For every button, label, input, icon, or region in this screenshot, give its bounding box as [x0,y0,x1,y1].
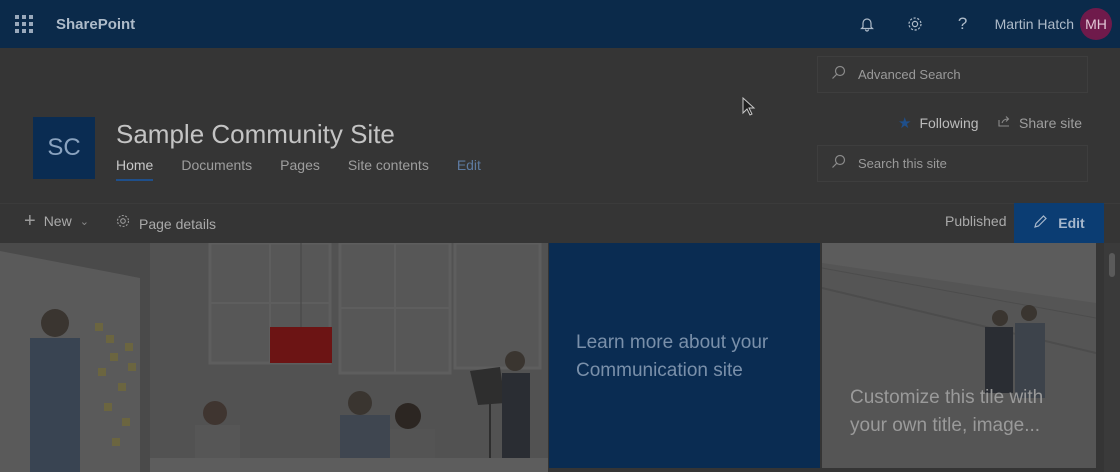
suite-bar: SharePoint ? Martin Hatch MH [0,0,1120,48]
following-label: Following [919,115,979,131]
settings-gear-icon[interactable] [891,0,939,48]
share-site-button[interactable]: Share site [997,114,1082,131]
star-icon: ★ [898,115,912,132]
hero-tile-learn-more[interactable]: Learn more about your Communication site [549,243,820,468]
plus-icon: + [24,210,36,232]
page-details-label: Page details [139,215,217,232]
search-icon [818,154,858,173]
notification-bell-icon[interactable] [843,0,891,48]
share-site-label: Share site [1019,114,1083,131]
page-scrollbar[interactable] [1104,243,1120,472]
site-logo[interactable]: SC [33,117,95,179]
nav-item-site-contents[interactable]: Site contents [348,157,429,181]
share-icon [997,114,1011,131]
tile-title: Learn more about your Communication site [576,332,769,381]
app-launcher-icon[interactable] [0,0,48,48]
status-badge: Published [945,213,1007,229]
avatar[interactable]: MH [1080,8,1112,40]
scrollbar-thumb[interactable] [1109,253,1115,277]
nav-item-pages[interactable]: Pages [280,157,320,181]
mouse-cursor-icon [742,96,756,122]
new-button[interactable]: + New ⌄ [24,210,89,232]
page-details-button[interactable]: Page details [115,213,216,234]
site-search-box[interactable]: Search this site [817,145,1088,182]
hero-tile-customize[interactable]: Customize this tile with your own title,… [822,243,1096,468]
site-search-placeholder: Search this site [858,156,947,171]
nav-item-home[interactable]: Home [116,157,154,181]
user-name[interactable]: Martin Hatch [995,16,1074,32]
advanced-search-box[interactable]: Advanced Search [817,56,1088,93]
chevron-down-icon: ⌄ [79,215,89,228]
search-icon [818,65,858,84]
hero-image-office-meeting[interactable] [0,243,548,472]
following-button[interactable]: ★ Following [898,114,979,132]
nav-edit-link[interactable]: Edit [457,157,481,181]
nav-item-documents[interactable]: Documents [181,157,252,181]
brand-label[interactable]: SharePoint [56,16,135,33]
edit-label: Edit [1058,215,1085,231]
new-label: New [43,213,72,229]
gear-icon [115,213,131,234]
site-navigation: Home Documents Pages Site contents Edit [116,157,509,181]
site-title[interactable]: Sample Community Site [116,119,395,150]
pencil-icon [1033,214,1048,233]
edit-page-button[interactable]: Edit [1014,203,1104,243]
help-icon[interactable]: ? [939,0,987,48]
tile-title: Customize this tile with your own title,… [850,387,1044,436]
advanced-search-placeholder: Advanced Search [858,67,961,82]
